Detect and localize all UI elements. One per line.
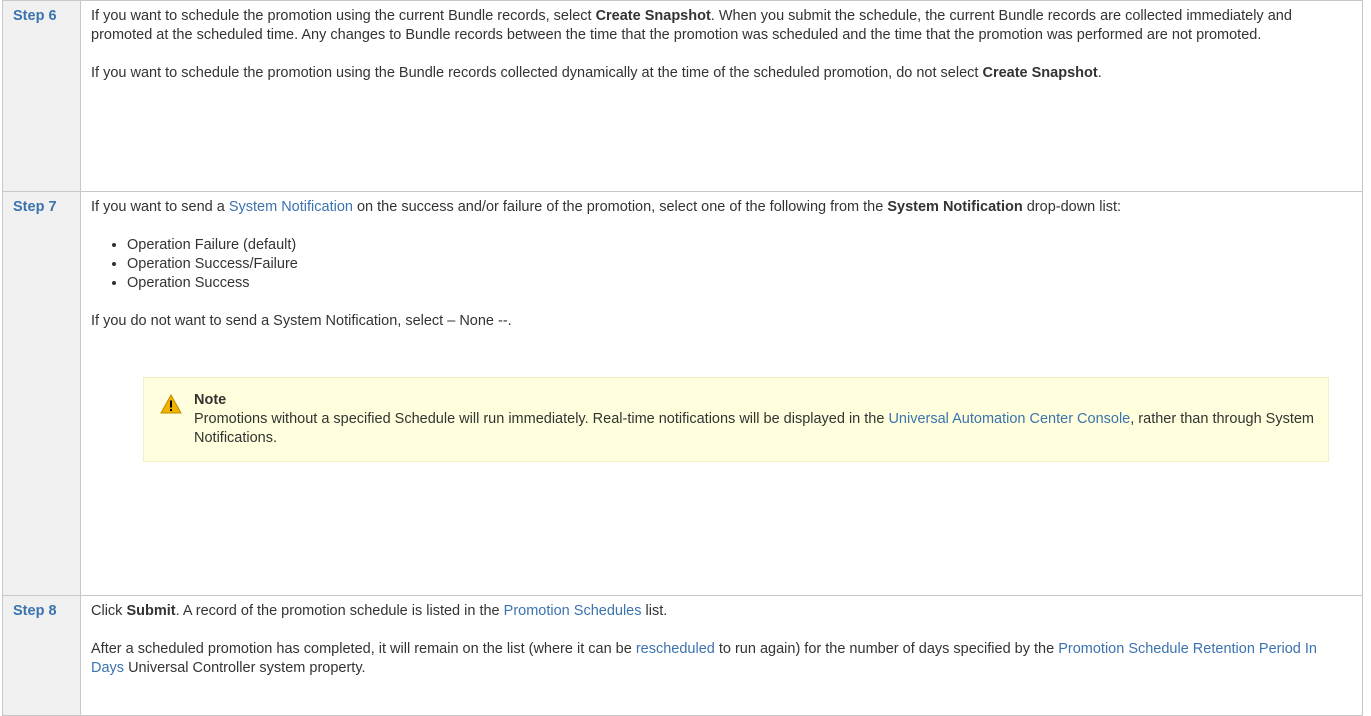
step-label: Step 6 — [2, 0, 81, 192]
steps-table: Step 6 If you want to schedule the promo… — [2, 0, 1363, 716]
list-item: Operation Failure (default) — [127, 236, 1352, 255]
step-row-7: Step 7 If you want to send a System Noti… — [2, 191, 1363, 596]
create-snapshot-term: Create Snapshot — [982, 65, 1098, 81]
note-title: Note — [194, 392, 227, 408]
step-paragraph: If you want to schedule the promotion us… — [91, 65, 1102, 81]
step-body: If you want to schedule the promotion us… — [80, 0, 1363, 192]
step-paragraph: If you do not want to send a System Noti… — [91, 313, 512, 329]
step-label: Step 8 — [2, 595, 81, 716]
promotion-schedules-link[interactable]: Promotion Schedules — [504, 603, 642, 619]
note-content: Note Promotions without a specified Sche… — [194, 392, 1315, 446]
uac-console-link[interactable]: Universal Automation Center Console — [888, 411, 1130, 427]
warning-icon — [160, 394, 182, 414]
rescheduled-link[interactable]: rescheduled — [636, 641, 715, 657]
create-snapshot-term: Create Snapshot — [595, 8, 711, 24]
step-row-8: Step 8 Click Submit. A record of the pro… — [2, 595, 1363, 716]
step-row-6: Step 6 If you want to schedule the promo… — [2, 0, 1363, 192]
step-paragraph: Click Submit. A record of the promotion … — [91, 603, 668, 619]
system-notification-term: System Notification — [887, 199, 1023, 215]
list-item: Operation Success/Failure — [127, 255, 1352, 274]
step-paragraph: If you want to send a System Notificatio… — [91, 199, 1122, 215]
step-paragraph: If you want to schedule the promotion us… — [91, 8, 1292, 43]
step-paragraph: After a scheduled promotion has complete… — [91, 641, 1317, 676]
note-panel: Note Promotions without a specified Sche… — [143, 377, 1329, 462]
step-label: Step 7 — [2, 191, 81, 596]
submit-term: Submit — [126, 603, 176, 619]
step-body: Click Submit. A record of the promotion … — [80, 595, 1363, 716]
system-notification-link[interactable]: System Notification — [229, 199, 353, 215]
step-body: If you want to send a System Notificatio… — [80, 191, 1363, 596]
notification-options-list: Operation Failure (default) Operation Su… — [91, 236, 1352, 293]
list-item: Operation Success — [127, 274, 1352, 293]
